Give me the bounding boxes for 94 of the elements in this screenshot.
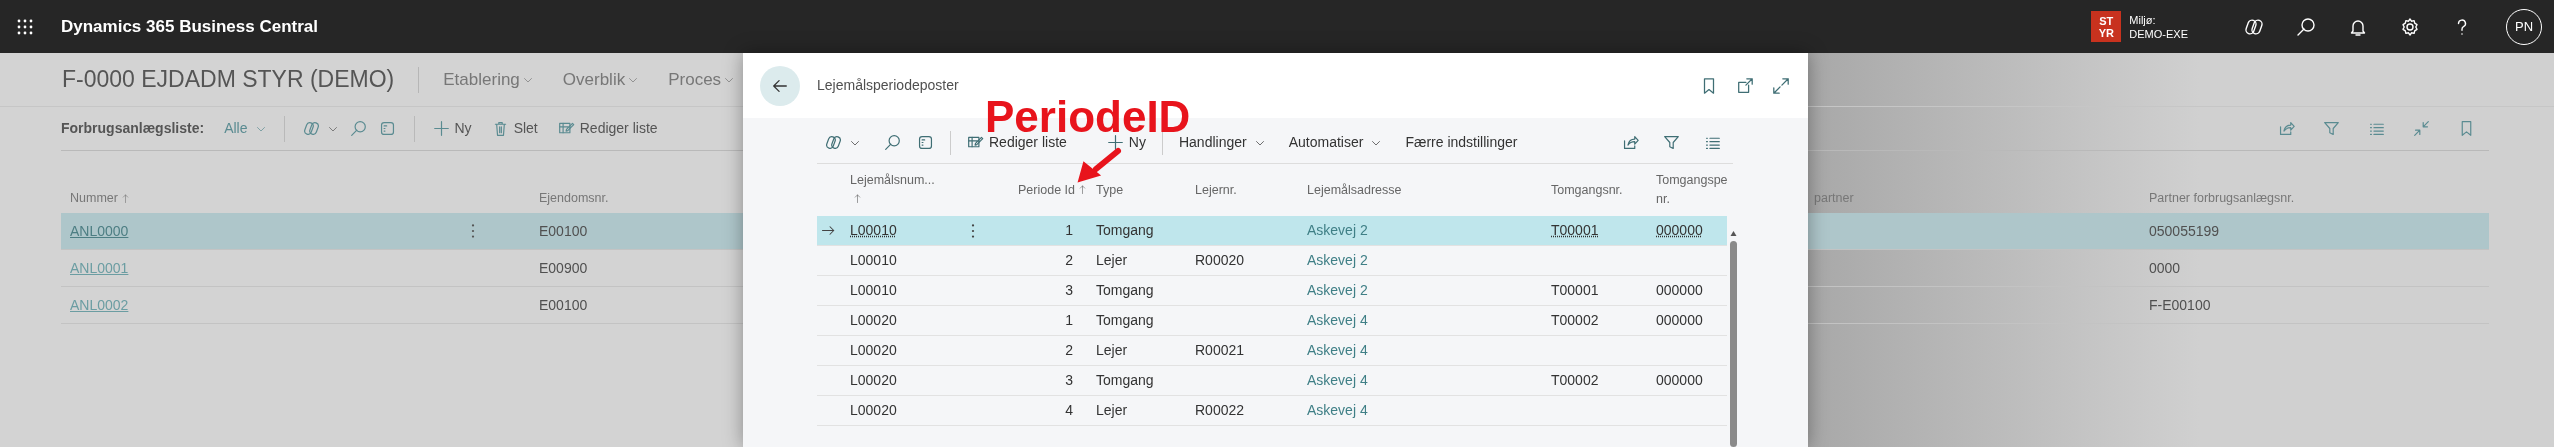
table-cell: R00022 — [1195, 402, 1245, 418]
table-cell: T00002 — [1551, 372, 1599, 388]
column-header[interactable]: Type — [1091, 180, 1190, 200]
app-title: Dynamics 365 Business Central — [61, 15, 318, 38]
table-row[interactable]: L00020 4 Lejer R00022 Askevej 4 — [817, 396, 1727, 426]
table-cell: E00900 — [539, 259, 588, 276]
column-header[interactable]: Periode Id — [985, 180, 1091, 200]
table-cell: 0000 — [2149, 259, 2181, 276]
address-link[interactable]: Askevej 2 — [1307, 252, 1368, 268]
table-cell: Lejer — [1096, 252, 1128, 268]
dialog-title: Lejemålsperiodeposter — [817, 76, 959, 95]
page-title: F-0000 EJDADM STYR (DEMO) — [62, 65, 395, 95]
overlapping-shapes-icon — [825, 134, 842, 151]
address-link[interactable]: Askevej 4 — [1307, 372, 1368, 388]
column-header[interactable]: Lejernr. — [1190, 180, 1302, 200]
share-icon — [2278, 120, 2295, 137]
table-row[interactable]: L00020 3 Tomgang Askevej 4 T00002 000000 — [817, 366, 1727, 396]
edit-button[interactable]: Rediger liste — [959, 132, 1075, 153]
fewer-settings-button[interactable]: Færre indstillinger — [1397, 132, 1526, 153]
table-cell: E00100 — [539, 222, 588, 239]
filter-icon — [1663, 134, 1680, 151]
sort-up-icon — [1078, 183, 1087, 195]
pop-out-icon[interactable] — [1736, 76, 1754, 95]
table-cell: 050055199 — [2149, 222, 2220, 239]
collapse-icon — [2413, 120, 2430, 137]
sort-up-icon — [120, 192, 130, 204]
overlapping-shapes-icon[interactable] — [2244, 16, 2264, 37]
table-cell: 1 — [1065, 222, 1073, 238]
share-icon — [1622, 134, 1639, 151]
table-cell: 000000 — [1656, 222, 1703, 238]
environment-badge: ST YR — [2091, 11, 2122, 42]
column-header[interactable]: Lejemålsadresse — [1302, 180, 1546, 200]
menu-button[interactable]: Handlinger — [1170, 132, 1273, 153]
table-cell: L00010 — [850, 222, 897, 238]
search-icon — [884, 134, 901, 151]
scrollbar[interactable] — [1729, 229, 1738, 447]
table-cell: E00100 — [539, 296, 588, 313]
table-cell: Lejer — [1096, 402, 1128, 418]
table-row[interactable]: L00010 3 Tomgang Askevej 2 T00001 000000 — [817, 276, 1727, 306]
filter-icon — [2323, 120, 2340, 137]
layout-icon — [378, 120, 396, 137]
app-launcher-icon[interactable] — [17, 18, 33, 35]
nav-menu[interactable]: Overblik — [562, 66, 639, 93]
table-row[interactable]: L00010 1 Tomgang Askevej 2 T00001 000000 — [817, 216, 1727, 246]
column-header[interactable]: Lejemålsnum... — [845, 171, 965, 209]
arrow-right-icon — [821, 223, 836, 238]
environment-label: Miljø: — [2129, 12, 2157, 27]
environment-name: DEMO-EXE — [2129, 26, 2188, 41]
sort-up-icon — [853, 193, 862, 204]
table-cell: Tomgang — [1096, 372, 1154, 388]
list-label: Forbrugsanlægsliste: — [61, 119, 205, 138]
plus-icon — [1106, 134, 1124, 151]
annotation-arrow — [1076, 147, 1122, 183]
table-cell: L00010 — [850, 252, 897, 268]
edit-button[interactable]: Rediger liste — [551, 118, 664, 139]
table-cell: 2 — [1065, 252, 1073, 268]
expand-icon[interactable] — [1772, 76, 1790, 95]
table-cell: 3 — [1065, 372, 1073, 388]
table-cell: Tomgang — [1096, 222, 1154, 238]
plus-icon — [432, 120, 450, 137]
address-link[interactable]: Askevej 2 — [1307, 222, 1368, 238]
address-link[interactable]: Askevej 4 — [1307, 402, 1368, 418]
table-cell: Lejer — [1096, 342, 1128, 358]
table-cell: F-E00100 — [2149, 296, 2211, 313]
new-button[interactable]: Ny — [1098, 132, 1154, 153]
column-header[interactable]: Partner forbrugsanlægsnr. — [2140, 188, 2489, 208]
settings-icon[interactable] — [2400, 16, 2420, 37]
new-button[interactable]: Ny — [426, 118, 478, 139]
table-cell: R00021 — [1195, 342, 1245, 358]
table-cell: R00020 — [1195, 252, 1245, 268]
menu-button[interactable]: Automatiser — [1280, 132, 1390, 153]
column-header[interactable]: Tomgangsnr. — [1546, 180, 1651, 200]
table-cell: 000000 — [1656, 372, 1703, 388]
table-row[interactable]: L00010 2 Lejer R00020 Askevej 2 — [817, 246, 1727, 276]
search-icon[interactable] — [2296, 16, 2316, 37]
table-row[interactable]: L00020 1 Tomgang Askevej 4 T00002 000000 — [817, 306, 1727, 336]
annotation-label: PeriodeID — [985, 99, 1191, 135]
table-cell: L00020 — [850, 342, 897, 358]
table-cell: L00020 — [850, 372, 897, 388]
column-header[interactable]: Tomgangspe nr. — [1651, 171, 1727, 209]
table-cell: 4 — [1065, 402, 1073, 418]
search-icon — [349, 120, 367, 137]
column-header[interactable]: Nummer — [61, 188, 465, 208]
table-cell: L00020 — [850, 402, 897, 418]
delete-button[interactable]: Slet — [485, 118, 544, 139]
nav-menu[interactable]: Proces — [668, 66, 735, 93]
table-cell: 2 — [1065, 342, 1073, 358]
address-link[interactable]: Askevej 4 — [1307, 342, 1368, 358]
back-button[interactable] — [760, 65, 800, 106]
layout-icon — [917, 134, 934, 151]
nav-menu[interactable]: Etablering — [443, 66, 533, 93]
overlapping-shapes-icon — [302, 120, 320, 137]
table-row[interactable]: L00020 2 Lejer R00021 Askevej 4 — [817, 336, 1727, 366]
table-cell: T00001 — [1551, 222, 1599, 238]
